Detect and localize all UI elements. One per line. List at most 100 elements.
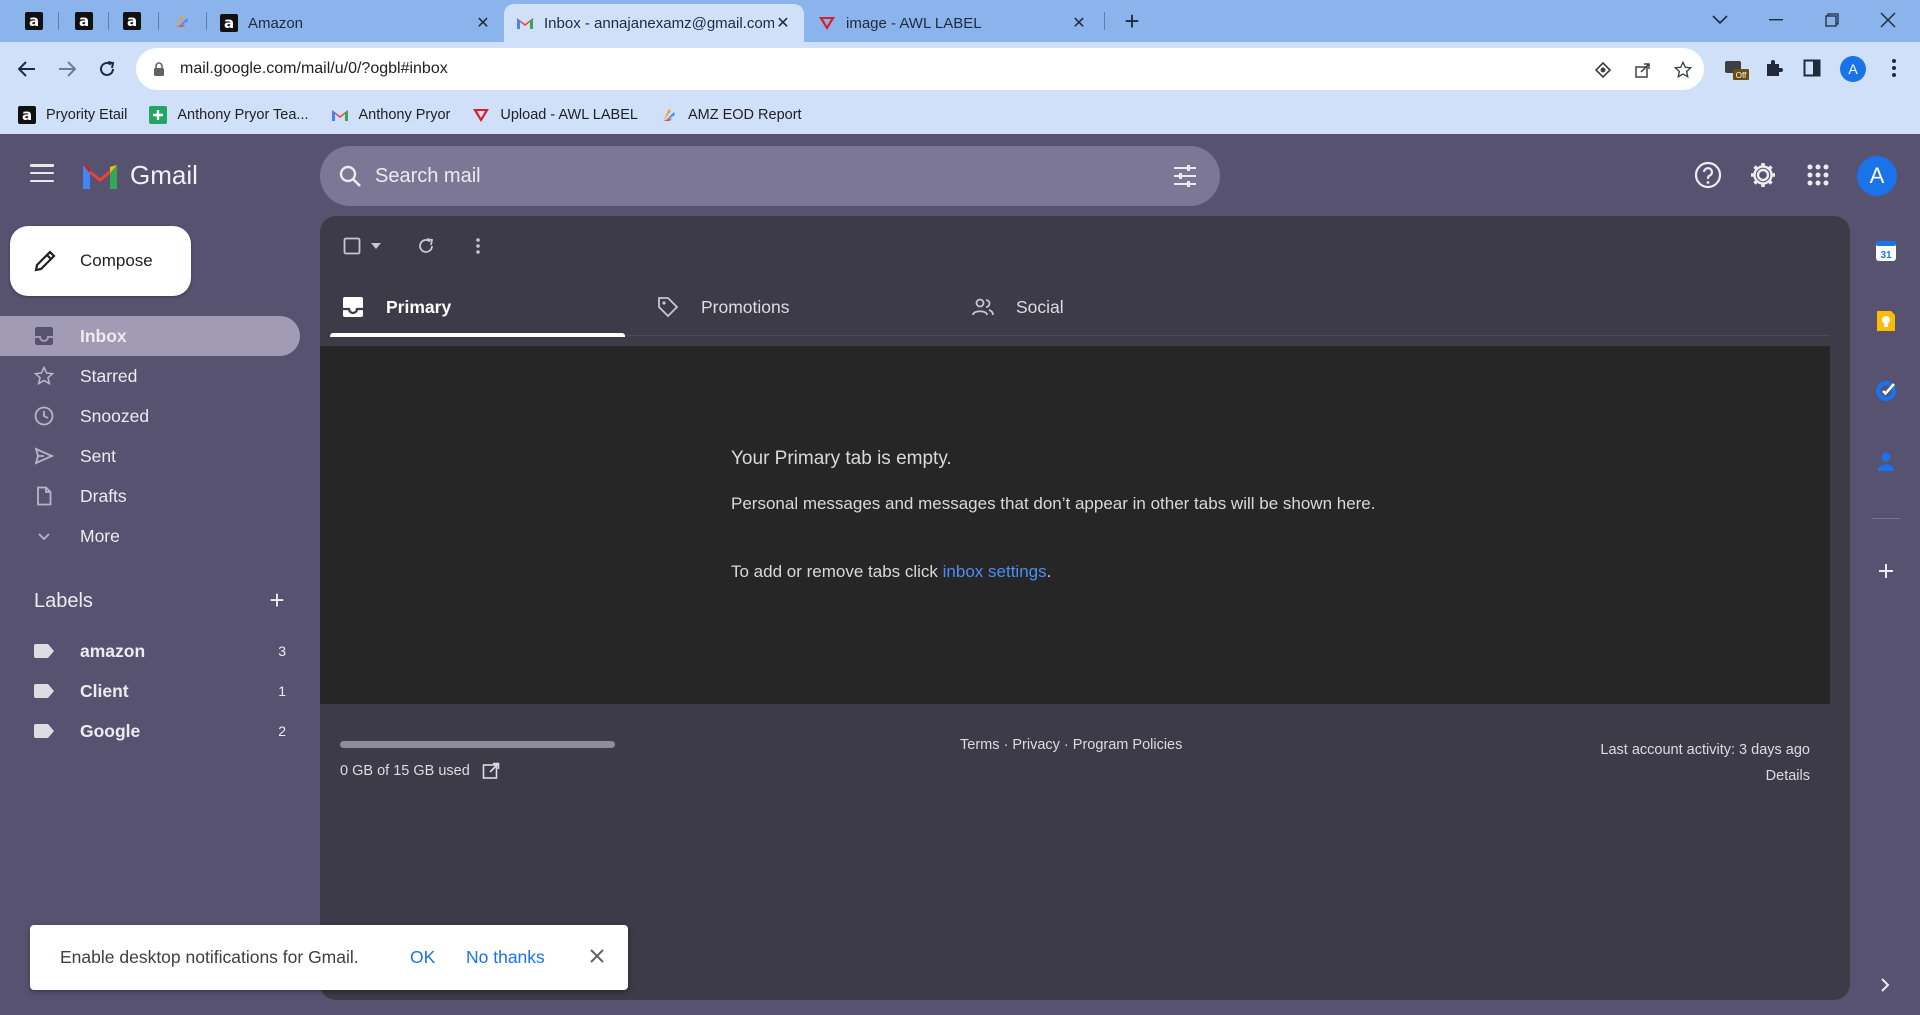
settings-gear-icon[interactable]	[1746, 158, 1780, 192]
tab-social[interactable]: Social	[960, 278, 1255, 336]
external-link-icon[interactable]	[482, 762, 500, 780]
calendar-day: 31	[1880, 250, 1892, 261]
nav-inbox[interactable]: Inbox	[0, 316, 300, 356]
search-bar[interactable]	[320, 146, 1220, 206]
tab-primary[interactable]: Primary	[330, 278, 625, 337]
pinned-tab-app[interactable]	[162, 6, 202, 36]
notification-ok-button[interactable]: OK	[410, 947, 435, 968]
new-tab-button[interactable]: +	[1118, 8, 1146, 36]
address-bar[interactable]: mail.google.com/mail/u/0/?ogbl#inbox	[136, 48, 1704, 90]
restore-icon	[1825, 13, 1839, 27]
minimize-button[interactable]	[1756, 4, 1796, 36]
search-options-icon[interactable]	[1172, 164, 1198, 188]
nav-sent[interactable]: Sent	[0, 436, 300, 476]
browser-profile-avatar[interactable]: A	[1840, 56, 1866, 82]
nav-label: Inbox	[80, 325, 127, 346]
nav-starred[interactable]: Starred	[0, 356, 300, 396]
inbox-icon	[343, 297, 363, 317]
lock-icon	[154, 62, 164, 76]
side-panel-divider	[1872, 518, 1900, 519]
share-icon[interactable]	[1632, 59, 1654, 81]
bookmark-amz-eod-report[interactable]: AMZ EOD Report	[660, 106, 802, 124]
account-avatar[interactable]: A	[1857, 156, 1897, 196]
more-vert-icon[interactable]	[1880, 54, 1908, 82]
label-amazon[interactable]: amazon 3	[0, 631, 300, 671]
activity-details-link[interactable]: Details	[1600, 763, 1810, 789]
browser-tab-strip: a a a a Amazon ✕ Inbox - annajanexamz@gm…	[0, 0, 1920, 42]
tasks-app-icon[interactable]	[1872, 377, 1900, 405]
label-tag-icon	[34, 724, 54, 738]
label-google[interactable]: Google 2	[0, 711, 300, 751]
reload-button[interactable]	[92, 54, 122, 84]
keep-app-icon[interactable]	[1872, 307, 1900, 335]
search-icon[interactable]	[338, 164, 362, 188]
extension-off-icon[interactable]: Off	[1722, 54, 1750, 82]
label-client[interactable]: Client 1	[0, 671, 300, 711]
bookmarks-bar: a Pryority Etail Anthony Pryor Tea... An…	[0, 96, 1920, 134]
empty-link-prefix: To add or remove tabs click	[731, 562, 943, 581]
contacts-app-icon[interactable]	[1872, 447, 1900, 475]
restore-button[interactable]	[1812, 4, 1852, 36]
pinned-tab-amazon-3[interactable]: a	[112, 6, 152, 36]
close-icon[interactable]: ✕	[474, 13, 492, 33]
extension-badge: Off	[1736, 71, 1747, 80]
lens-icon[interactable]	[1592, 59, 1614, 81]
support-icon[interactable]	[1691, 158, 1725, 192]
back-button[interactable]	[12, 54, 42, 84]
chevron-right-icon[interactable]	[1876, 976, 1894, 994]
close-window-button[interactable]	[1868, 4, 1908, 36]
bookmark-upload-awl-label[interactable]: Upload - AWL LABEL	[472, 106, 638, 124]
side-panel-icon[interactable]	[1798, 54, 1826, 82]
tab-divider	[108, 12, 109, 30]
empty-inbox-area: Your Primary tab is empty. Personal mess…	[320, 346, 1830, 704]
compose-button[interactable]: Compose	[10, 226, 191, 296]
tab-amazon[interactable]: a Amazon ✕	[208, 4, 504, 42]
add-label-button[interactable]: +	[266, 587, 288, 613]
google-apps-icon[interactable]	[1801, 158, 1835, 192]
bookmark-pryority-etail[interactable]: a Pryority Etail	[18, 106, 127, 124]
tab-search-button[interactable]	[1700, 4, 1740, 36]
close-icon[interactable]	[586, 945, 608, 967]
tab-promotions[interactable]: Promotions	[645, 278, 940, 336]
get-addons-button[interactable]	[1872, 557, 1900, 585]
compose-label: Compose	[80, 251, 153, 270]
search-input[interactable]	[375, 160, 1135, 192]
labels-heading: Labels	[34, 590, 93, 612]
gmail-logo[interactable]: Gmail	[80, 160, 198, 191]
select-all-checkbox[interactable]	[340, 234, 364, 258]
nav-more[interactable]: More	[0, 516, 300, 556]
pinned-tab-amazon-1[interactable]: a	[14, 6, 54, 36]
inbox-settings-link[interactable]: inbox settings	[943, 562, 1047, 581]
notification-no-thanks-button[interactable]: No thanks	[466, 947, 545, 968]
forward-arrow-icon	[59, 61, 76, 77]
close-icon[interactable]: ✕	[774, 13, 792, 33]
footer-policy-links[interactable]: Terms · Privacy · Program Policies	[960, 737, 1182, 753]
main-menu-icon[interactable]	[30, 164, 54, 182]
nav-label: Sent	[80, 445, 116, 466]
empty-description: Personal messages and messages that don’…	[731, 494, 1376, 513]
close-icon[interactable]: ✕	[1070, 13, 1088, 33]
label-name: Google	[80, 721, 141, 741]
label-count: 2	[278, 723, 286, 739]
gmail-icon	[517, 18, 533, 29]
select-dropdown-arrow-icon[interactable]	[364, 234, 388, 258]
extensions-puzzle-icon[interactable]	[1760, 54, 1788, 82]
draft-file-icon	[37, 486, 52, 506]
nav-snoozed[interactable]: Snoozed	[0, 396, 300, 436]
tab-gmail-inbox[interactable]: Inbox - annajanexamz@gmail.com ✕	[504, 4, 804, 42]
bookmark-anthony-pryor[interactable]: Anthony Pryor	[331, 106, 450, 124]
nav-drafts[interactable]: Drafts	[0, 476, 300, 516]
bookmark-star-icon[interactable]	[1672, 59, 1694, 81]
pinned-tab-amazon-2[interactable]: a	[64, 6, 104, 36]
bookmark-anthony-pryor-team[interactable]: Anthony Pryor Tea...	[149, 106, 309, 124]
amazon-icon: a	[220, 14, 238, 32]
tab-awl-label[interactable]: image - AWL LABEL ✕	[806, 4, 1100, 42]
amazon-icon: a	[75, 12, 93, 30]
forward-button[interactable]	[52, 54, 82, 84]
empty-title: Your Primary tab is empty.	[731, 448, 952, 469]
gmail-icon	[331, 110, 348, 121]
more-vert-icon[interactable]	[466, 234, 490, 258]
refresh-icon[interactable]	[414, 234, 438, 258]
calendar-app-icon[interactable]: 31	[1872, 237, 1900, 265]
awl-label-icon	[473, 109, 490, 122]
